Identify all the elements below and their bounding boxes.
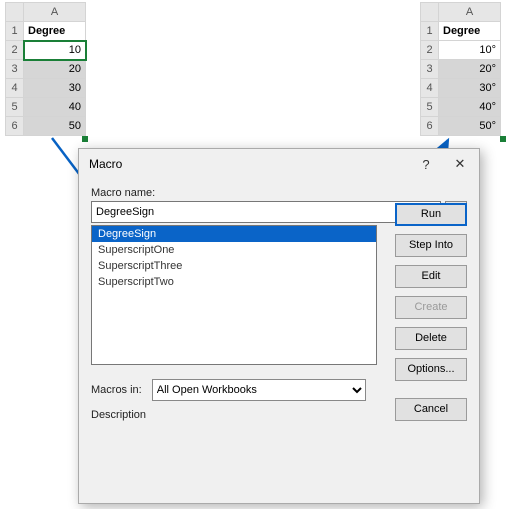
- macro-dialog: Macro ? ✕ Macro name: ↥ DegreeSign Super…: [78, 148, 480, 504]
- cell-A1[interactable]: Degree: [24, 22, 86, 41]
- cell[interactable]: 20°: [439, 60, 501, 79]
- delete-button[interactable]: Delete: [395, 327, 467, 350]
- cell[interactable]: 20: [24, 60, 86, 79]
- row-header[interactable]: 5: [421, 98, 439, 117]
- macro-list-item[interactable]: SuperscriptThree: [92, 258, 376, 274]
- cell[interactable]: 10°: [439, 41, 501, 60]
- corner-cell[interactable]: [6, 3, 24, 22]
- close-icon: ✕: [455, 156, 466, 172]
- row-header[interactable]: 2: [6, 41, 24, 60]
- selection-handle-icon[interactable]: [500, 136, 506, 142]
- row-header[interactable]: 3: [6, 60, 24, 79]
- close-button[interactable]: ✕: [443, 151, 477, 177]
- row-header[interactable]: 1: [421, 22, 439, 41]
- col-header-A[interactable]: A: [439, 3, 501, 22]
- cell[interactable]: 50°: [439, 117, 501, 136]
- help-icon: ?: [422, 157, 429, 172]
- macro-list-item[interactable]: DegreeSign: [92, 226, 376, 242]
- dialog-button-column: Run Step Into Edit Create Delete Options…: [395, 203, 467, 381]
- row-header[interactable]: 2: [421, 41, 439, 60]
- row-header[interactable]: 6: [6, 117, 24, 136]
- col-header-A[interactable]: A: [24, 3, 86, 22]
- left-spreadsheet: A 1 Degree 210 320 430 540 650: [5, 2, 86, 136]
- macro-list-item[interactable]: SuperscriptTwo: [92, 274, 376, 290]
- cell[interactable]: 10: [24, 41, 86, 60]
- corner-cell[interactable]: [421, 3, 439, 22]
- row-header[interactable]: 6: [421, 117, 439, 136]
- run-button[interactable]: Run: [395, 203, 467, 226]
- row-header[interactable]: 4: [421, 79, 439, 98]
- macro-name-input[interactable]: [91, 201, 441, 223]
- dialog-title: Macro: [89, 157, 409, 171]
- edit-button[interactable]: Edit: [395, 265, 467, 288]
- right-spreadsheet: A 1 Degree 210° 320° 430° 540° 650°: [420, 2, 501, 136]
- cell-A1[interactable]: Degree: [439, 22, 501, 41]
- cell[interactable]: 30: [24, 79, 86, 98]
- row-header[interactable]: 4: [6, 79, 24, 98]
- help-button[interactable]: ?: [409, 151, 443, 177]
- macros-in-select[interactable]: All Open Workbooks: [152, 379, 366, 401]
- step-into-button[interactable]: Step Into: [395, 234, 467, 257]
- titlebar[interactable]: Macro ? ✕: [79, 149, 479, 179]
- row-header[interactable]: 3: [421, 60, 439, 79]
- cell[interactable]: 50: [24, 117, 86, 136]
- cancel-button[interactable]: Cancel: [395, 398, 467, 421]
- row-header[interactable]: 5: [6, 98, 24, 117]
- cell[interactable]: 40°: [439, 98, 501, 117]
- macro-name-label: Macro name:: [91, 187, 467, 199]
- selection-handle-icon[interactable]: [82, 136, 88, 142]
- macros-in-label: Macros in:: [91, 384, 142, 396]
- cell[interactable]: 40: [24, 98, 86, 117]
- cell[interactable]: 30°: [439, 79, 501, 98]
- macro-list-item[interactable]: SuperscriptOne: [92, 242, 376, 258]
- create-button: Create: [395, 296, 467, 319]
- row-header[interactable]: 1: [6, 22, 24, 41]
- options-button[interactable]: Options...: [395, 358, 467, 381]
- macro-list[interactable]: DegreeSign SuperscriptOne SuperscriptThr…: [91, 225, 377, 365]
